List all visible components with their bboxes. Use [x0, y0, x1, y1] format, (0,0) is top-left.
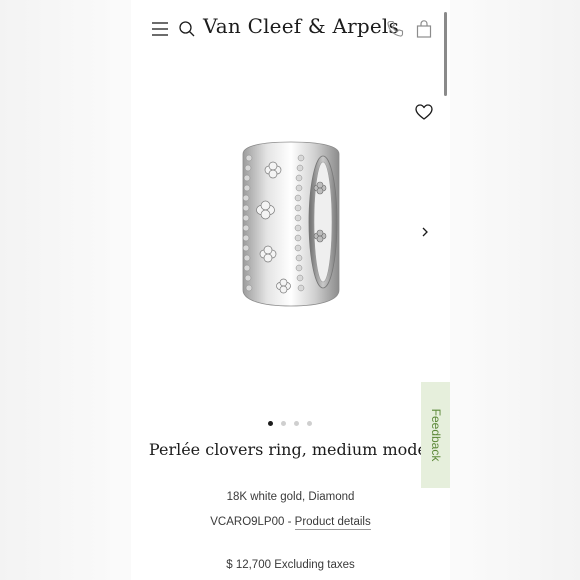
carousel-dot[interactable]: [281, 421, 286, 426]
carousel-dot[interactable]: [268, 421, 273, 426]
product-reference: VCARO9LP00: [210, 516, 285, 528]
carousel-dot[interactable]: [307, 421, 312, 426]
product-title: Perlée clovers ring, medium model: [148, 440, 433, 459]
chevron-right-icon[interactable]: [418, 222, 432, 242]
scrollbar[interactable]: [444, 12, 447, 96]
product-material: 18K white gold, Diamond: [226, 491, 355, 503]
phone-icon[interactable]: [385, 19, 405, 39]
screenshot-frame: Van Cleef & Arpels Perlée clovers ring, …: [0, 0, 580, 580]
heart-icon[interactable]: [414, 102, 434, 122]
product-price: $ 12,700: [226, 559, 271, 571]
product-page: Van Cleef & Arpels Perlée clovers ring, …: [131, 0, 450, 580]
price-line: $ 12,700 Excluding taxes: [131, 559, 450, 571]
carousel-dots: [265, 420, 315, 428]
brand-logo[interactable]: Van Cleef & Arpels: [203, 14, 399, 38]
price-note: Excluding taxes: [274, 559, 355, 571]
shopping-bag-icon[interactable]: [414, 19, 434, 39]
feedback-tab[interactable]: Feedback: [421, 382, 450, 488]
product-image[interactable]: [231, 140, 351, 310]
carousel-dot[interactable]: [294, 421, 299, 426]
reference-separator: -: [287, 516, 292, 528]
reference-line: VCARO9LP00 - Product details: [131, 516, 450, 530]
feedback-label: Feedback: [428, 408, 443, 462]
site-header: Van Cleef & Arpels: [131, 0, 450, 60]
search-icon[interactable]: [177, 19, 197, 39]
menu-icon[interactable]: [150, 19, 170, 39]
product-details-link[interactable]: Product details: [294, 516, 371, 530]
